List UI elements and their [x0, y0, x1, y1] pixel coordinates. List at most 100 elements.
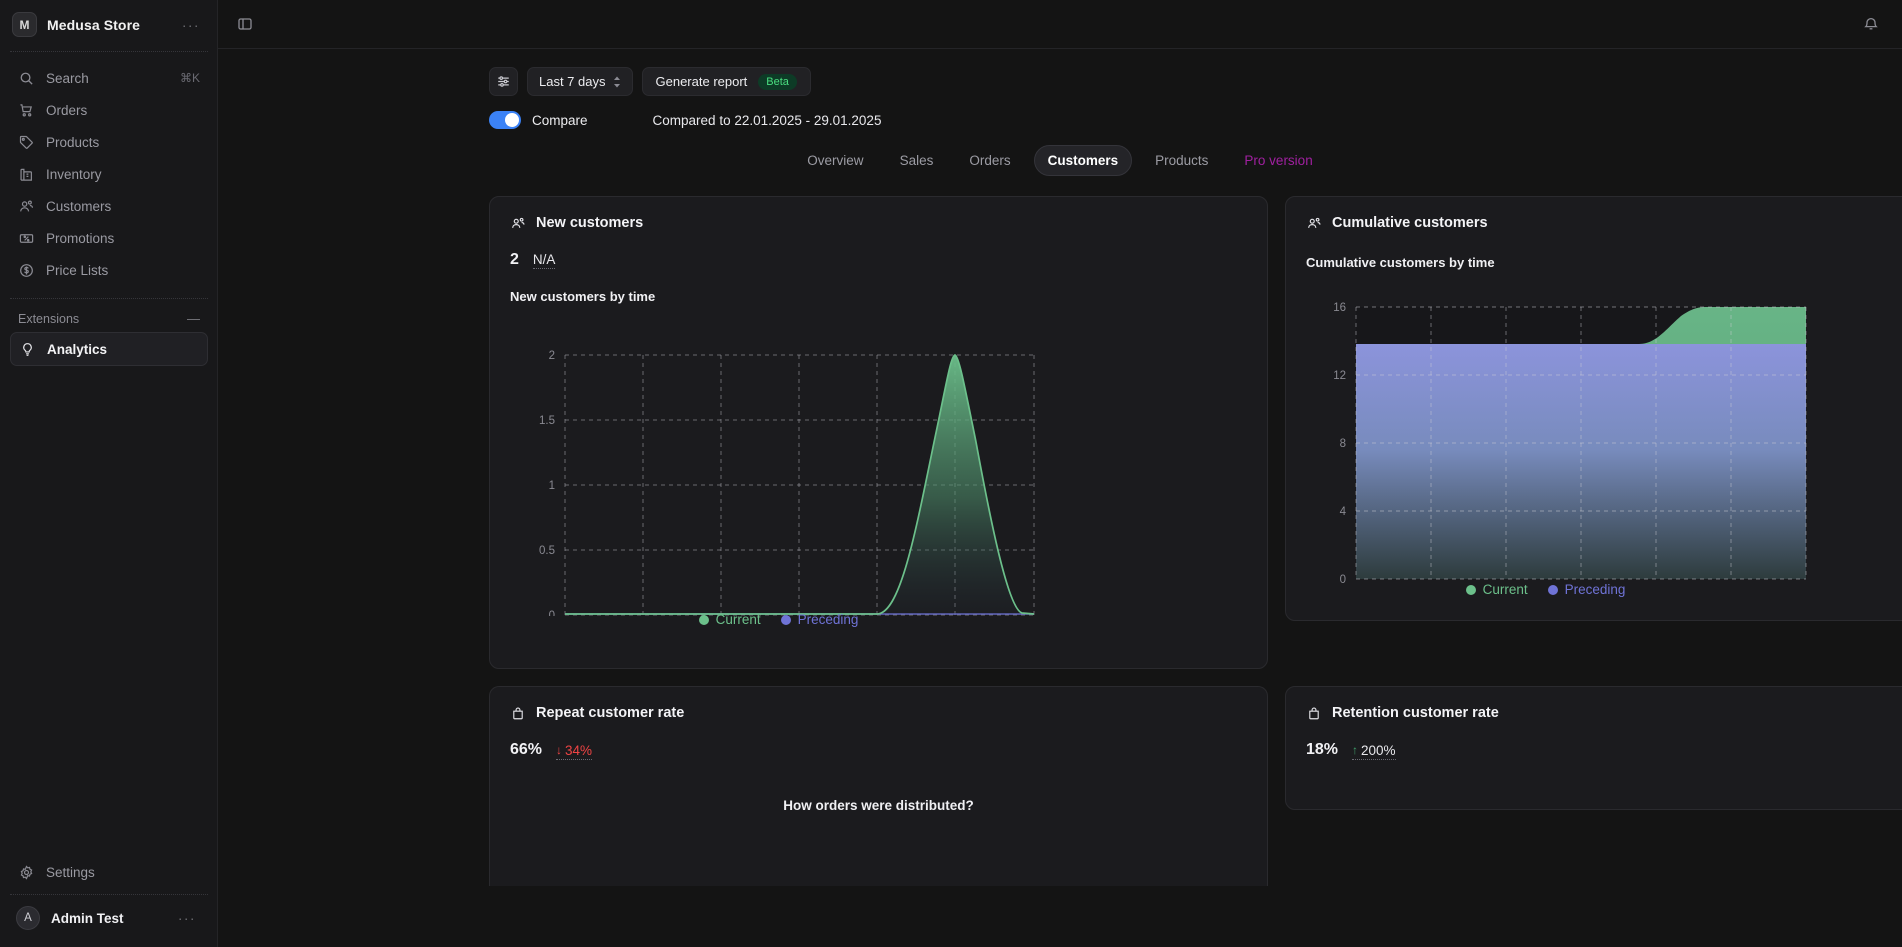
- sidebar-divider-top: [10, 51, 208, 52]
- store-switcher[interactable]: M Medusa Store ···: [0, 0, 218, 49]
- cards-grid: New customers 2 N/A New customers by tim…: [218, 176, 1902, 886]
- card-title: New customers: [536, 215, 644, 231]
- panel-left-icon[interactable]: [232, 11, 258, 37]
- compare-toggle[interactable]: [489, 111, 521, 129]
- date-range-select[interactable]: Last 7 days: [527, 67, 633, 96]
- user-menu[interactable]: A Admin Test ···: [0, 897, 218, 939]
- sidebar-item-customers[interactable]: Customers: [10, 190, 208, 222]
- ytick-label: 12: [1333, 370, 1346, 382]
- collapse-icon[interactable]: —: [187, 311, 200, 326]
- compare-row: Compare Compared to 22.01.2025 - 29.01.2…: [218, 96, 1902, 129]
- cumulative-customers-chart-svg: 16 12 8 4 0: [1333, 302, 1807, 584]
- card-header: Cumulative customers: [1306, 215, 1902, 231]
- ytick-label: 2: [549, 350, 555, 362]
- sidebar-item-analytics[interactable]: Analytics: [10, 332, 208, 366]
- metric-value: 18%: [1306, 741, 1339, 758]
- sidebar-item-promotions[interactable]: Promotions: [10, 222, 208, 254]
- card-cumulative-customers: Cumulative customers Cumulative customer…: [1285, 196, 1902, 621]
- legend-item-preceding[interactable]: Preceding: [1547, 582, 1626, 597]
- tab-pro-version[interactable]: Pro version: [1231, 146, 1325, 175]
- sidebar-item-label: Customers: [46, 198, 112, 214]
- legend-dot-preceding: [780, 614, 791, 625]
- tab-sales[interactable]: Sales: [887, 146, 947, 175]
- ticket-percent-icon: [18, 230, 35, 247]
- metric-delta[interactable]: N/A: [532, 252, 556, 269]
- legend-label: Preceding: [797, 612, 859, 627]
- user-more-button[interactable]: ···: [172, 911, 202, 925]
- sidebar-item-orders[interactable]: Orders: [10, 94, 208, 126]
- tab-overview[interactable]: Overview: [794, 146, 876, 175]
- sidebar-item-inventory[interactable]: Inventory: [10, 158, 208, 190]
- sidebar-item-price-lists[interactable]: Price Lists: [10, 254, 208, 286]
- card-title: Cumulative customers: [1332, 215, 1488, 231]
- ytick-label: 1: [549, 480, 555, 492]
- page-content: Last 7 days Generate report Beta Compare…: [218, 49, 1902, 947]
- user-name: Admin Test: [51, 910, 124, 926]
- metric-value: 2: [510, 251, 519, 268]
- ytick-label: 16: [1333, 302, 1346, 314]
- legend-label: Current: [1482, 582, 1528, 597]
- generate-report-button[interactable]: Generate report Beta: [641, 67, 811, 96]
- dollar-circle-icon: [18, 262, 35, 279]
- card-repeat-customer-rate: Repeat customer rate 66% ↓ 34% How order…: [489, 686, 1268, 886]
- arrow-down-icon: ↓: [556, 743, 563, 757]
- legend-label: Current: [715, 612, 761, 627]
- chart-subtitle: Cumulative customers by time: [1306, 255, 1495, 270]
- sidebar-item-label: Price Lists: [46, 262, 109, 278]
- main-area: Last 7 days Generate report Beta Compare…: [218, 0, 1902, 947]
- legend-item-current[interactable]: Current: [698, 612, 761, 627]
- sidebar-item-search[interactable]: Search ⌘K: [10, 62, 208, 94]
- search-shortcut: ⌘K: [179, 71, 200, 85]
- tab-customers[interactable]: Customers: [1033, 145, 1133, 176]
- new-customers-chart-svg: 2 1.5 1 0.5 0: [539, 350, 1035, 616]
- metric-row: 2 N/A: [510, 251, 1247, 269]
- sidebar-item-settings[interactable]: Settings: [10, 856, 208, 888]
- sidebar-item-label: Products: [46, 134, 100, 150]
- metric-delta[interactable]: ↓ 34%: [556, 742, 593, 760]
- tab-orders[interactable]: Orders: [956, 146, 1023, 175]
- ytick-label: 0: [1340, 574, 1346, 584]
- generate-report-label: Generate report: [655, 74, 748, 89]
- cart-icon: [18, 102, 35, 119]
- chart-new-customers-by-time: 2 1.5 1 0.5 0: [510, 318, 1247, 616]
- sidebar-divider-extensions: [10, 298, 208, 299]
- store-avatar: M: [12, 12, 37, 37]
- tab-products[interactable]: Products: [1142, 146, 1221, 175]
- users-icon: [510, 215, 526, 231]
- card-title: Retention customer rate: [1332, 705, 1499, 721]
- metric-delta-value: 200%: [1361, 742, 1396, 758]
- compare-label: Compare: [532, 112, 588, 128]
- legend-dot-current: [1465, 584, 1476, 595]
- sliders-icon: [496, 74, 511, 89]
- chevron-updown-icon: [613, 76, 621, 88]
- sidebar-nav: Search ⌘K Orders Products Inventory Cust…: [0, 54, 218, 286]
- legend-item-preceding[interactable]: Preceding: [780, 612, 859, 627]
- ytick-label: 0: [549, 610, 555, 616]
- card-new-customers: New customers 2 N/A New customers by tim…: [489, 196, 1268, 669]
- bag-icon: [1306, 705, 1322, 721]
- card-header: Repeat customer rate: [510, 705, 1247, 721]
- search-icon: [18, 70, 35, 87]
- legend-dot-current: [698, 614, 709, 625]
- topbar-right: [1858, 11, 1884, 37]
- sidebar-divider-user: [10, 894, 208, 895]
- store-more-button[interactable]: ···: [176, 18, 206, 32]
- metric-delta-value: 34%: [565, 742, 593, 758]
- metric-delta-value: N/A: [532, 252, 556, 267]
- bell-icon[interactable]: [1858, 11, 1884, 37]
- sidebar-item-label: Settings: [46, 864, 95, 880]
- sidebar-item-products[interactable]: Products: [10, 126, 208, 158]
- extensions-section-header[interactable]: Extensions —: [0, 301, 218, 332]
- legend-label: Preceding: [1564, 582, 1626, 597]
- topbar: [218, 0, 1902, 49]
- metric-delta[interactable]: ↑ 200%: [1352, 743, 1396, 760]
- ytick-label: 8: [1340, 438, 1346, 450]
- metric-row: 66% ↓ 34%: [510, 741, 1247, 760]
- filter-button[interactable]: [489, 67, 518, 96]
- building-icon: [18, 166, 35, 183]
- arrow-up-icon: ↑: [1352, 743, 1359, 757]
- gear-icon: [18, 864, 35, 881]
- card-retention-customer-rate: Retention customer rate 18% ↑ 200%: [1285, 686, 1902, 810]
- legend-item-current[interactable]: Current: [1465, 582, 1528, 597]
- sidebar: M Medusa Store ··· Search ⌘K Orders Prod…: [0, 0, 218, 947]
